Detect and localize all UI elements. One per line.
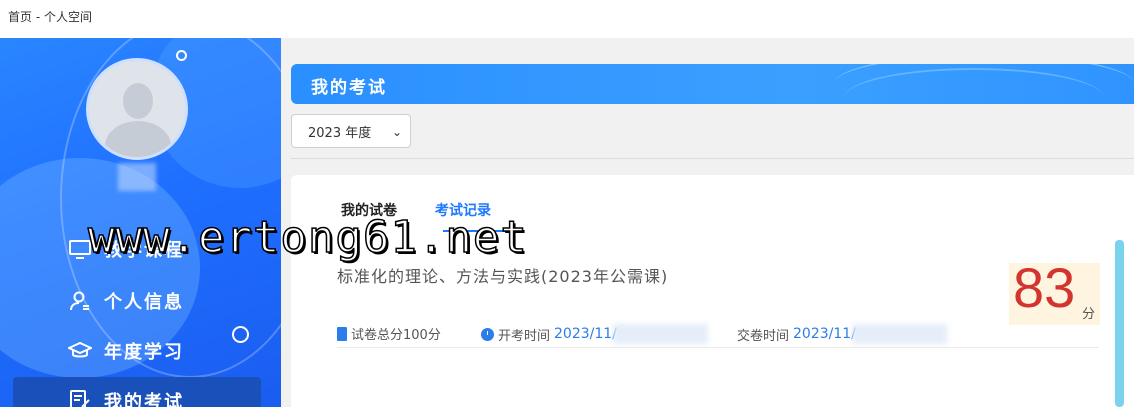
top-bar: 首页 - 个人空间 [0, 0, 1134, 38]
year-select-value: 2023 年度 [308, 125, 372, 141]
avatar-head-shape [123, 83, 153, 119]
sidebar-item-label: 个人信息 [104, 292, 184, 313]
exam-score: 83 [1013, 256, 1076, 319]
scrollbar[interactable] [1115, 240, 1124, 407]
total-score-info: 试卷总分100分 [337, 324, 441, 343]
decor-ring [232, 326, 249, 343]
start-time-blurred [612, 324, 708, 344]
sidebar-item-label: 年度学习 [104, 342, 184, 363]
exam-card: 我的试卷 考试记录 标准化的理论、方法与实践(2023年公需课) 试卷总分100… [291, 175, 1134, 407]
username-blurred [118, 163, 156, 191]
start-time-info: 开考时间 2023/11/ [481, 324, 708, 344]
clock-icon [481, 327, 494, 341]
submit-time-value: 2023/11/ [793, 326, 856, 342]
page-title: 我的考试 [311, 78, 387, 98]
exam-edit-icon [68, 389, 92, 407]
chevron-down-icon: ⌄ [391, 125, 402, 139]
divider [291, 158, 1134, 159]
score-unit: 分 [1082, 307, 1096, 322]
page-title-bar: 我的考试 [291, 64, 1134, 104]
graduation-cap-icon [66, 339, 94, 363]
decor-ring [176, 50, 187, 61]
user-icon [68, 289, 92, 313]
submit-time-label: 交卷时间 [737, 328, 790, 344]
sidebar-item-label: 我的考试 [104, 392, 184, 407]
start-time-label: 开考时间 [498, 328, 551, 344]
total-score-label: 试卷总分100分 [351, 328, 441, 343]
year-select[interactable]: 2023 年度 ⌄ [291, 114, 411, 148]
avatar-body-shape [105, 121, 171, 157]
sidebar-item-annual-study[interactable]: 年度学习 [66, 338, 184, 364]
sidebar-item-my-exams[interactable]: 我的考试 [68, 388, 184, 407]
breadcrumb[interactable]: 首页 - 个人空间 [8, 8, 92, 25]
sidebar-item-profile[interactable]: 个人信息 [68, 288, 184, 314]
submit-time-blurred [851, 324, 947, 344]
row-divider [337, 347, 1099, 348]
avatar[interactable] [86, 58, 188, 160]
start-time-value: 2023/11/ [554, 326, 617, 342]
submit-time-info: 交卷时间 2023/11/ [737, 324, 947, 344]
exam-title[interactable]: 标准化的理论、方法与实践(2023年公需课) [337, 263, 668, 287]
document-icon [337, 326, 347, 341]
watermark-text: www.ertong61.net [87, 211, 528, 264]
